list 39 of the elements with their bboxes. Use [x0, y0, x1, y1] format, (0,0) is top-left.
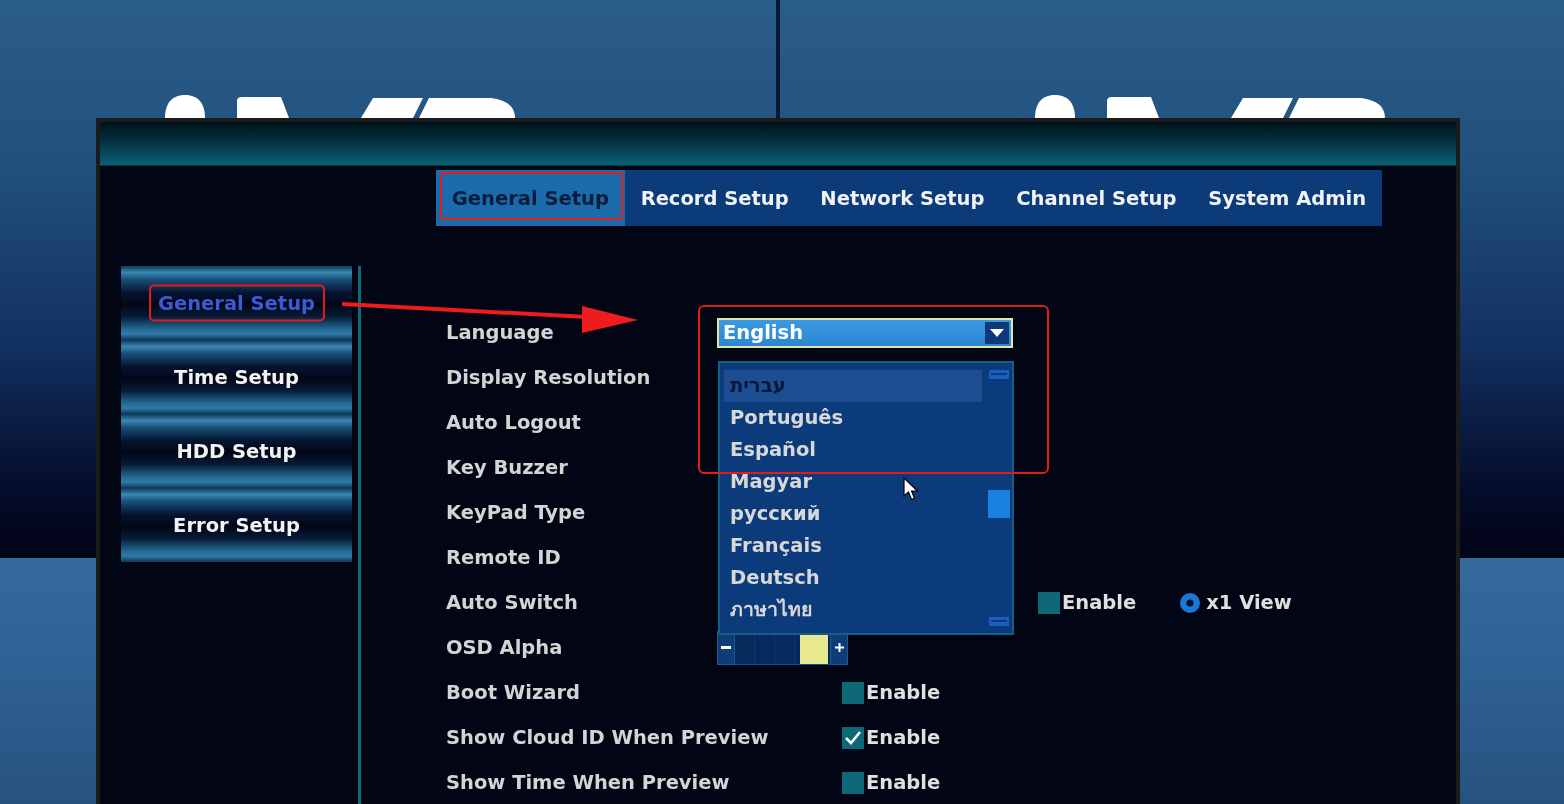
checkbox[interactable]	[842, 771, 864, 794]
scrollbar[interactable]	[988, 369, 1010, 626]
tab[interactable]: System Admin	[1192, 170, 1382, 226]
sidebar-item[interactable]: Error Setup	[121, 488, 352, 562]
field-label: Auto Logout	[446, 409, 581, 436]
checkbox-label: Enable	[866, 724, 941, 751]
checkbox-label: Enable	[1062, 589, 1137, 616]
field-label: OSD Alpha	[446, 634, 563, 661]
dropdown-option[interactable]: Español	[724, 433, 982, 466]
dropdown-option[interactable]: русский	[724, 497, 982, 530]
tab[interactable]: Record Setup	[624, 170, 805, 226]
dropdown-option[interactable]: Deutsch	[724, 561, 982, 594]
field-label: KeyPad Type	[446, 499, 586, 526]
sidebar-item[interactable]: Time Setup	[121, 340, 352, 414]
radio-label: x1 View	[1206, 589, 1292, 616]
cursor-icon	[903, 476, 919, 501]
tab[interactable]: Channel Setup	[1000, 170, 1193, 226]
field-label: Show Time When Preview	[446, 769, 730, 796]
field-label: Show Cloud ID When Preview	[446, 724, 769, 751]
field-label: Key Buzzer	[446, 454, 568, 481]
checkbox[interactable]	[1038, 591, 1060, 614]
dropdown-option[interactable]: Français	[724, 529, 982, 562]
radio-button[interactable]	[1180, 592, 1201, 613]
sidebar-item[interactable]: HDD Setup	[121, 414, 352, 488]
dropdown-option[interactable]: Português	[724, 401, 982, 434]
field-label: Auto Switch	[446, 589, 578, 616]
field-label: Remote ID	[446, 544, 561, 571]
checkbox[interactable]	[842, 726, 864, 749]
dropdown-option[interactable]: ภาษาไทย	[724, 593, 982, 626]
field-label: Language	[446, 319, 554, 346]
dropdown-option[interactable]: Magyar	[724, 465, 982, 498]
checkbox[interactable]	[842, 681, 864, 704]
checkbox-label: Enable	[866, 679, 941, 706]
minus-icon	[721, 646, 731, 649]
checkbox-label: Enable	[866, 769, 941, 796]
plus-icon	[834, 643, 844, 652]
field-label: Boot Wizard	[446, 679, 581, 706]
tab[interactable]: Network Setup	[804, 170, 1001, 226]
field-label: Display Resolution	[446, 364, 651, 391]
